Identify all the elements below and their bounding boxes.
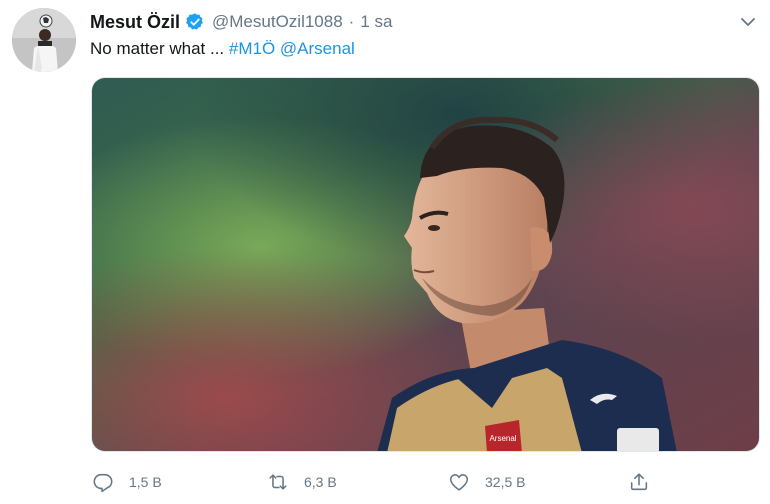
reply-button[interactable]: 1,5 B — [92, 468, 162, 496]
avatar[interactable] — [12, 8, 76, 72]
like-count: 32,5 B — [485, 474, 526, 490]
retweet-count: 6,3 B — [304, 474, 337, 490]
retweet-icon — [267, 471, 289, 493]
verified-badge-icon — [185, 12, 205, 32]
timestamp[interactable]: 1 sa — [360, 12, 392, 32]
tweet-header: Mesut Özil @MesutOzil1088 · 1 sa — [90, 10, 392, 34]
reply-count: 1,5 B — [129, 474, 162, 490]
tweet-text: No matter what ... #M1Ö @Arsenal — [90, 38, 355, 60]
retweet-button[interactable]: 6,3 B — [267, 468, 337, 496]
hashtag-link[interactable]: #M1Ö — [229, 39, 275, 58]
like-button[interactable]: 32,5 B — [448, 468, 525, 496]
reply-icon — [92, 471, 114, 493]
share-icon — [628, 471, 650, 493]
chevron-down-icon[interactable] — [738, 12, 758, 32]
share-button[interactable] — [628, 468, 650, 496]
tweet-text-body: No matter what ... — [90, 39, 229, 58]
tweet-card[interactable]: Mesut Özil @MesutOzil1088 · 1 sa No matt… — [0, 0, 770, 504]
author-name[interactable]: Mesut Özil — [90, 12, 180, 33]
shirt-crest-text: Arsenal — [489, 434, 516, 443]
mention-link[interactable]: @Arsenal — [280, 39, 355, 58]
tweet-actions: 1,5 B 6,3 B 32,5 B — [90, 468, 760, 496]
author-handle[interactable]: @MesutOzil1088 — [212, 12, 343, 32]
heart-icon — [448, 471, 470, 493]
tweet-photo[interactable]: Arsenal — [91, 77, 760, 452]
separator-dot: · — [348, 12, 355, 31]
